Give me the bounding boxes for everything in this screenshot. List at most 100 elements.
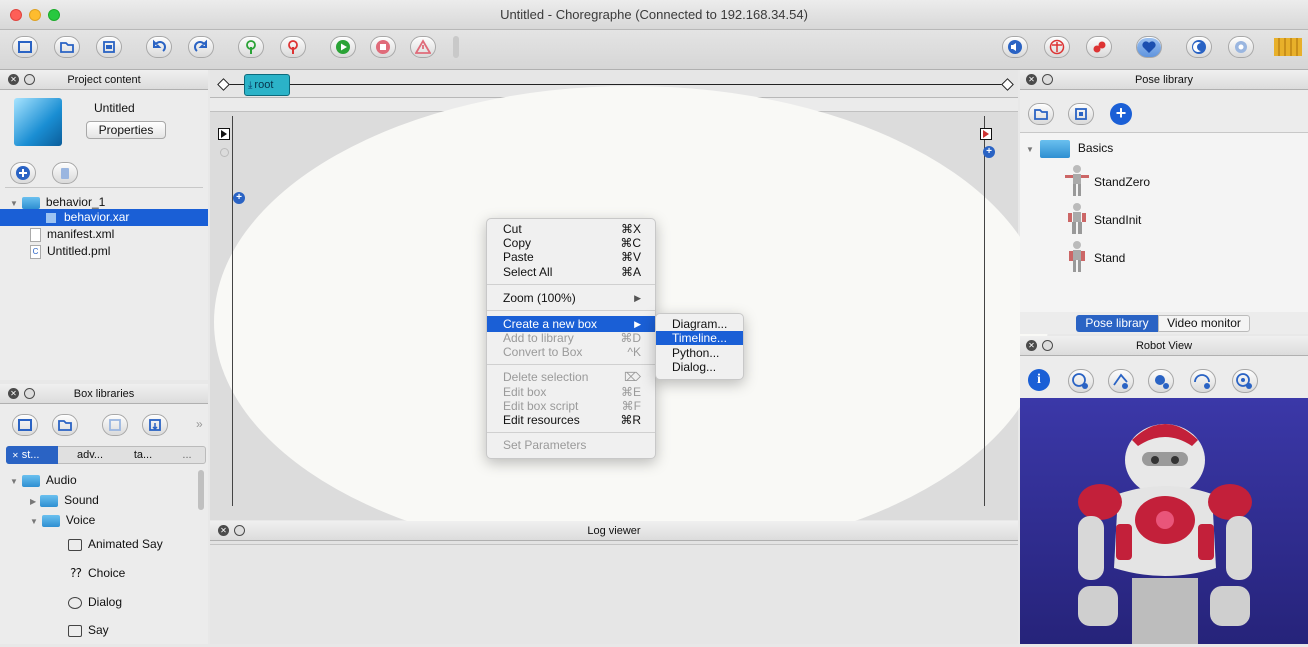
robot-3d-view[interactable] [1020, 398, 1308, 644]
panel-close-icon[interactable]: ✕ [8, 388, 19, 399]
project-cube-icon [14, 98, 62, 146]
disconnect-icon[interactable] [280, 36, 306, 58]
behavior-file-icon [46, 212, 56, 223]
view-front-icon[interactable] [1068, 369, 1094, 393]
new-library-icon[interactable] [12, 414, 38, 436]
view-side-icon[interactable] [1108, 369, 1134, 393]
view-zoom-icon[interactable] [1232, 369, 1258, 393]
library-folder-voice[interactable]: ▼ Voice [30, 512, 95, 529]
animation-mode-icon[interactable] [1044, 36, 1070, 58]
close-tab-icon: ✕ [12, 451, 19, 460]
save-project-icon[interactable] [96, 36, 122, 58]
add-file-icon[interactable] [10, 162, 36, 184]
library-tab-standard[interactable]: ✕ st... [6, 446, 58, 464]
panel-float-icon[interactable] [234, 525, 245, 536]
add-input-icon[interactable]: + [233, 192, 245, 204]
delete-file-icon[interactable] [52, 162, 78, 184]
panel-close-icon[interactable]: ✕ [1026, 340, 1037, 351]
panel-close-icon[interactable]: ✕ [218, 525, 229, 536]
library-tab-third[interactable]: ta... [122, 446, 164, 464]
open-library-icon[interactable] [52, 414, 78, 436]
folder-icon [21, 474, 40, 487]
life-icon[interactable] [1136, 36, 1162, 58]
panel-float-icon[interactable] [1042, 74, 1053, 85]
dialog-icon [68, 596, 82, 609]
submenu-item-dialog[interactable]: Dialog... [656, 360, 743, 374]
submenu-item-diagram[interactable]: Diagram... [656, 317, 743, 331]
open-project-icon[interactable] [54, 36, 80, 58]
menu-item-create-new-box[interactable]: Create a new box ▶ [487, 316, 655, 332]
play-icon[interactable] [330, 36, 356, 58]
sleep-icon[interactable] [1186, 36, 1212, 58]
library-box-say[interactable]: Say [68, 622, 109, 639]
warning-icon[interactable] [410, 36, 436, 58]
library-scrollbar[interactable] [198, 470, 204, 510]
menu-item-paste[interactable]: Paste ⌘V [487, 250, 655, 264]
menu-item-copy[interactable]: Copy ⌘C [487, 236, 655, 250]
save-pose-library-icon[interactable] [1068, 103, 1094, 125]
connect-icon[interactable] [238, 36, 264, 58]
menu-item-edit-resources[interactable]: Edit resources ⌘R [487, 413, 655, 427]
library-box-dialog[interactable]: Dialog [68, 594, 122, 611]
breadcrumb-root[interactable]: ⤓ root [244, 74, 290, 96]
open-pose-library-icon[interactable] [1028, 103, 1054, 125]
download-icon: ⤓ [248, 79, 253, 91]
pose-stand[interactable]: Stand [1094, 250, 1125, 267]
tree-item-behavior-xar[interactable]: behavior.xar [0, 209, 208, 226]
library-tab-more[interactable]: ... [170, 446, 204, 464]
redo-icon[interactable] [188, 36, 214, 58]
tree-item-pml[interactable]: C Untitled.pml [30, 243, 110, 260]
add-pose-icon[interactable]: + [1110, 103, 1132, 125]
stop-icon[interactable] [370, 36, 396, 58]
settings-icon[interactable] [1228, 36, 1254, 58]
speech-icon [68, 624, 82, 637]
tree-item-manifest[interactable]: manifest.xml [30, 226, 114, 243]
tab-video-monitor[interactable]: Video monitor [1158, 315, 1250, 332]
view-top-icon[interactable] [1148, 369, 1174, 393]
panel-close-icon[interactable]: ✕ [8, 74, 19, 85]
panel-float-icon[interactable] [24, 74, 35, 85]
undo-icon[interactable] [146, 36, 172, 58]
save-library-icon[interactable] [102, 414, 128, 436]
info-icon[interactable]: i [1028, 369, 1050, 391]
menu-item-select-all[interactable]: Select All ⌘A [487, 265, 655, 279]
submenu-item-timeline[interactable]: Timeline... [656, 331, 743, 345]
folder-icon [21, 196, 40, 209]
log-viewer-header: Log viewer [210, 521, 1018, 541]
library-box-choice[interactable]: ⁇ Choice [68, 565, 125, 582]
motors-icon[interactable] [1086, 36, 1112, 58]
properties-button[interactable]: Properties [86, 121, 166, 139]
panel-float-icon[interactable] [1042, 340, 1053, 351]
menu-item-edit-box: Edit box ⌘E [503, 385, 641, 399]
input-onstart-icon[interactable] [218, 128, 230, 140]
more-chevron-icon[interactable]: » [196, 417, 203, 431]
project-name: Untitled [94, 101, 135, 115]
menu-item-zoom[interactable]: Zoom (100%) ▶ [487, 291, 655, 305]
pose-standzero[interactable]: StandZero [1094, 174, 1150, 191]
library-folder-sound[interactable]: ▶ Sound [30, 492, 99, 509]
menu-item-add-to-library: Add to library ⌘D [503, 331, 641, 345]
file-icon [30, 227, 41, 242]
menu-item-convert-to-box: Convert to Box ^K [503, 345, 641, 359]
panel-float-icon[interactable] [24, 388, 35, 399]
export-library-icon[interactable] [142, 414, 168, 436]
new-project-icon[interactable] [12, 36, 38, 58]
pose-standinit[interactable]: StandInit [1094, 212, 1141, 229]
menu-item-cut[interactable]: Cut ⌘X [487, 222, 655, 236]
view-rotate-icon[interactable] [1190, 369, 1216, 393]
panel-close-icon[interactable]: ✕ [1026, 74, 1037, 85]
add-output-icon[interactable]: + [983, 146, 995, 158]
library-box-animated-say[interactable]: Animated Say [68, 536, 163, 553]
speech-icon [68, 538, 82, 551]
menu-item-set-parameters: Set Parameters [503, 438, 587, 452]
volume-icon[interactable] [1002, 36, 1028, 58]
pose-folder-basics[interactable]: ▼ Basics [1026, 138, 1113, 158]
input-port-icon[interactable] [220, 148, 229, 157]
library-tab-advanced[interactable]: adv... [64, 446, 116, 464]
submenu-item-python[interactable]: Python... [656, 346, 743, 360]
folder-icon [41, 514, 60, 527]
folder-icon [1039, 139, 1070, 158]
tab-pose-library[interactable]: Pose library [1076, 315, 1158, 332]
output-onstopped-icon[interactable] [980, 128, 992, 140]
library-folder-audio[interactable]: ▼ Audio [10, 472, 77, 489]
